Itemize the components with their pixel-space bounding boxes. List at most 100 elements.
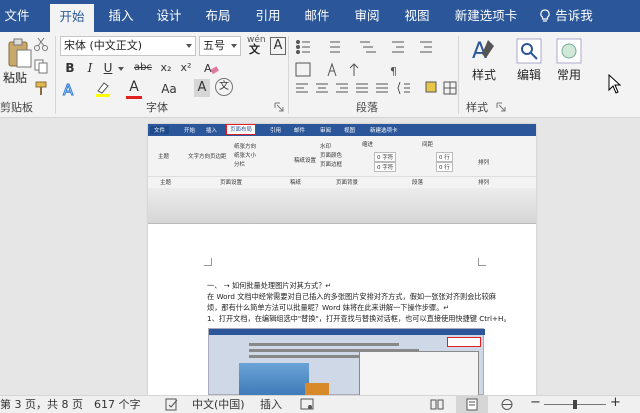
- embedded-group: 排列: [478, 180, 490, 186]
- text-effects-icon[interactable]: A: [62, 80, 80, 99]
- common-icon[interactable]: [556, 38, 582, 64]
- superscript-button[interactable]: x²: [178, 59, 194, 77]
- embedded-tab-highlighted: 页面布局: [226, 124, 257, 135]
- search-icon[interactable]: [516, 38, 542, 64]
- embedded-label: 稿纸设置: [294, 158, 317, 164]
- tab-layout[interactable]: 布局: [201, 0, 235, 32]
- mouse-cursor-icon: [608, 74, 622, 94]
- bold-button[interactable]: B: [62, 59, 78, 77]
- page-count[interactable]: 第 3 页，共 8 页: [0, 398, 83, 412]
- embedded-tab: 审阅: [320, 128, 332, 134]
- embedded-tab: 引用: [270, 128, 282, 134]
- zoom-in-button[interactable]: +: [610, 396, 621, 410]
- paste-label[interactable]: 粘贴: [0, 70, 30, 86]
- font-size-combo[interactable]: 五号: [199, 36, 241, 56]
- embedded-label: 0 行: [436, 152, 453, 162]
- document-page[interactable]: 文件 开始 插入 页面布局 引用 邮件 审阅 视图 新建选项卡 文字方向 页边距…: [148, 124, 536, 395]
- embedded-ribbon-image: 文件 开始 插入 页面布局 引用 邮件 审阅 视图 新建选项卡 文字方向 页边距…: [148, 124, 536, 188]
- group-label-paragraph: 段落: [356, 101, 378, 114]
- embedded-tab: 插入: [206, 128, 218, 134]
- embedded-label: 文字方向: [188, 154, 211, 160]
- char-shading-button[interactable]: A: [194, 79, 210, 97]
- embedded-label: 0 行: [436, 162, 453, 172]
- embedded-group: 页面设置: [220, 180, 243, 186]
- tab-file[interactable]: 文件: [0, 0, 34, 32]
- document-area[interactable]: 文件 开始 插入 页面布局 引用 邮件 审阅 视图 新建选项卡 文字方向 页边距…: [0, 118, 640, 395]
- styles-button-label[interactable]: 样式: [468, 67, 500, 83]
- zoom-slider-thumb[interactable]: [573, 400, 577, 409]
- paragraph-tools-icons[interactable]: ¶: [294, 38, 494, 98]
- char-border-button[interactable]: A: [270, 37, 286, 55]
- zoom-out-button[interactable]: −: [530, 396, 541, 410]
- group-separator: [458, 36, 459, 114]
- font-name-combo[interactable]: 宋体 (中文正文): [60, 36, 196, 56]
- svg-text:A: A: [63, 81, 74, 98]
- group-label-styles: 样式: [466, 101, 488, 114]
- tab-view[interactable]: 视图: [400, 0, 434, 32]
- proofing-icon[interactable]: [165, 398, 179, 411]
- word-count[interactable]: 617 个字: [94, 398, 141, 412]
- margin-corner: [204, 258, 212, 266]
- macro-record-icon[interactable]: [300, 398, 314, 411]
- font-color-button[interactable]: A: [126, 78, 142, 96]
- group-separator: [288, 36, 289, 114]
- ribbon: 粘贴 剪贴板 宋体 (中文正文) 五号 wén 文 A B I U abc x₂…: [0, 32, 640, 118]
- font-name-value: 宋体 (中文正文): [64, 39, 143, 52]
- copy-icon[interactable]: [33, 58, 49, 74]
- insert-mode-status[interactable]: 插入: [260, 398, 282, 412]
- tab-home[interactable]: 开始: [50, 4, 94, 32]
- clear-format-icon[interactable]: A: [203, 60, 219, 76]
- svg-text:¶: ¶: [390, 65, 397, 78]
- highlight-color-icon[interactable]: [94, 80, 112, 98]
- group-label-clipboard: 剪贴板: [0, 101, 33, 114]
- print-layout-icon[interactable]: [465, 398, 479, 411]
- format-painter-icon[interactable]: [33, 80, 49, 96]
- cut-icon[interactable]: [33, 36, 49, 52]
- subscript-button[interactable]: x₂: [158, 59, 174, 77]
- tab-design[interactable]: 设计: [152, 0, 186, 32]
- tell-me-search[interactable]: 告诉我: [554, 0, 594, 32]
- dialog-launcher-icon[interactable]: [496, 102, 506, 112]
- editing-button-label[interactable]: 编辑: [512, 67, 546, 83]
- embedded-page-gap: [148, 188, 536, 224]
- embedded-tab: 开始: [184, 128, 196, 134]
- common-button-label[interactable]: 常用: [552, 67, 586, 83]
- embedded-group: 页面背景: [336, 180, 359, 186]
- tab-new-tab[interactable]: 新建选项卡: [449, 0, 523, 32]
- embedded-tab: 视图: [344, 128, 356, 134]
- ribbon-tab-bar: 文件 开始 插入 设计 布局 引用 邮件 审阅 视图 新建选项卡 告诉我: [0, 0, 640, 32]
- embedded-label: 分栏: [234, 162, 246, 168]
- font-size-value: 五号: [203, 39, 225, 52]
- tab-mailings[interactable]: 邮件: [300, 0, 334, 32]
- embedded-label: 主题: [158, 154, 170, 160]
- dialog-launcher-icon[interactable]: [274, 102, 284, 112]
- underline-button[interactable]: U: [100, 59, 116, 77]
- language-status[interactable]: 中文(中国): [192, 398, 245, 412]
- embedded-tab: 文件: [150, 126, 170, 134]
- embedded-label: 页边距: [210, 154, 227, 160]
- margin-corner: [478, 258, 486, 266]
- read-mode-icon[interactable]: [430, 398, 444, 411]
- web-layout-icon[interactable]: [500, 398, 514, 411]
- tab-review[interactable]: 审阅: [350, 0, 384, 32]
- embedded-label: 页面边框: [320, 162, 343, 168]
- phonetic-guide-button[interactable]: 文: [249, 42, 260, 58]
- embedded-tab: 邮件: [294, 128, 306, 134]
- underline-dropdown-icon[interactable]: [118, 67, 124, 71]
- embedded-group: 稿纸: [290, 180, 302, 186]
- embedded-label: 纸张方向: [234, 144, 257, 150]
- tab-insert[interactable]: 插入: [104, 0, 138, 32]
- paste-icon[interactable]: [6, 38, 32, 70]
- svg-text:A: A: [204, 62, 212, 75]
- strikethrough-button[interactable]: abc: [132, 59, 154, 77]
- embedded-label: 间距: [422, 142, 434, 148]
- doc-paragraph-line: 烦，那有什么简单方法可以批量呢？Word 妹将在此来讲解一下操作步骤。↵: [207, 303, 450, 312]
- enclose-char-button[interactable]: 文: [215, 78, 233, 96]
- group-separator: [55, 36, 56, 114]
- change-case-button[interactable]: Aa: [158, 80, 180, 98]
- styles-icon[interactable]: A: [470, 36, 496, 66]
- italic-button[interactable]: I: [82, 59, 98, 77]
- embedded-label: 0 字符: [374, 152, 397, 162]
- doc-paragraph-line: 1、打开文档，在编辑组选中"替换"，打开查找与替换对话框，也可以直接使用快捷键 …: [207, 314, 511, 323]
- tab-references[interactable]: 引用: [251, 0, 285, 32]
